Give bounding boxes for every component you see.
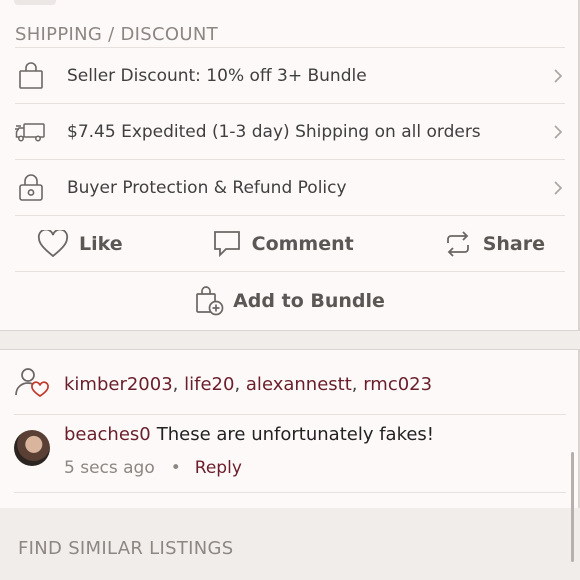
like-button[interactable]: Like <box>37 230 123 258</box>
likers-names: kimber2003, life20, alexannestt, rmc023 <box>64 373 433 395</box>
comment-meta: 5 secs ago • Reply <box>64 458 242 478</box>
top-tab-stub <box>14 0 56 5</box>
shopping-bag-icon <box>15 60 47 92</box>
comment-username[interactable]: beaches0 <box>64 424 151 445</box>
chevron-right-icon <box>551 124 565 140</box>
user-heart-icon <box>14 366 50 402</box>
similar-listings-title: FIND SIMILAR LISTINGS <box>18 538 234 559</box>
truck-icon <box>15 116 47 148</box>
add-to-bundle-button[interactable]: Add to Bundle <box>0 284 580 318</box>
shipping-label: $7.45 Expedited (1-3 day) Shipping on al… <box>67 122 481 142</box>
meta-separator: • <box>170 458 181 478</box>
scrollbar[interactable] <box>571 452 574 562</box>
shipping-section-title: SHIPPING / DISCOUNT <box>15 24 218 45</box>
liker-link[interactable]: life20 <box>184 374 234 395</box>
shipping-row[interactable]: $7.45 Expedited (1-3 day) Shipping on al… <box>15 104 565 160</box>
heart-icon <box>37 230 69 258</box>
divider <box>14 492 566 493</box>
liker-link[interactable]: kimber2003 <box>64 374 173 395</box>
comment-text: These are unfortunately fakes! <box>156 424 435 445</box>
bundle-add-icon <box>196 286 224 316</box>
section-separator <box>0 330 580 350</box>
buyer-protection-row[interactable]: Buyer Protection & Refund Policy <box>15 160 565 216</box>
liker-link[interactable]: rmc023 <box>363 374 432 395</box>
like-label: Like <box>79 233 123 255</box>
reply-button[interactable]: Reply <box>195 458 242 478</box>
seller-discount-row[interactable]: Seller Discount: 10% off 3+ Bundle <box>15 48 565 104</box>
action-bar: Like Comment Share <box>15 216 565 272</box>
comment-icon <box>213 231 240 258</box>
share-icon <box>446 231 469 257</box>
comment-timestamp: 5 secs ago <box>64 458 155 478</box>
share-button[interactable]: Share <box>443 229 545 259</box>
share-label: Share <box>482 233 545 255</box>
comment-button[interactable]: Comment <box>212 229 354 259</box>
lock-icon <box>15 172 47 204</box>
divider <box>14 414 566 415</box>
buyer-protection-label: Buyer Protection & Refund Policy <box>67 178 347 198</box>
comment-label: Comment <box>251 233 354 255</box>
likers-row: kimber2003, life20, alexannestt, rmc023 <box>14 366 432 402</box>
liker-link[interactable]: alexannestt <box>246 374 352 395</box>
avatar[interactable] <box>14 430 50 466</box>
add-to-bundle-label: Add to Bundle <box>233 290 385 312</box>
chevron-right-icon <box>551 68 565 84</box>
divider <box>15 271 565 272</box>
seller-discount-label: Seller Discount: 10% off 3+ Bundle <box>67 66 367 86</box>
comment-body: beaches0 These are unfortunately fakes! <box>64 424 434 445</box>
chevron-right-icon <box>551 180 565 196</box>
